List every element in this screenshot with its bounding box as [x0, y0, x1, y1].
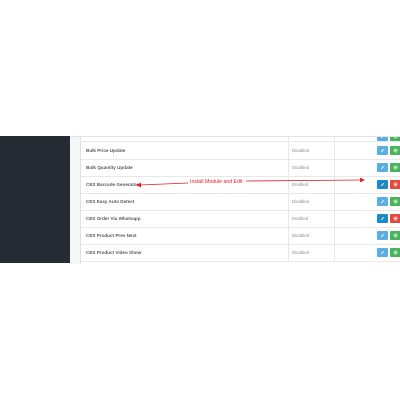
content-area: Bulk Price Update Disabled Bulk Quantity…: [70, 136, 400, 264]
pencil-icon: [381, 137, 383, 138]
pencil-icon: [381, 233, 385, 237]
gear-icon: [393, 148, 398, 153]
module-name: CES Product Prev Next: [86, 233, 137, 238]
gear-icon: [393, 165, 398, 170]
module-name: Bulk Price Update: [86, 148, 126, 153]
table-row: CES Product Prev Next Disabled: [81, 227, 400, 245]
module-name: CES Easy Auto Detect: [86, 199, 135, 204]
status-toggle-button[interactable]: [390, 163, 400, 172]
edit-button[interactable]: [377, 146, 388, 155]
module-status: Disabled: [292, 148, 310, 153]
table-row: CES Product Video Show Disabled: [81, 244, 400, 262]
edit-button[interactable]: [377, 197, 388, 206]
edit-button[interactable]: [377, 137, 388, 141]
status-toggle-button[interactable]: [390, 231, 400, 240]
pencil-icon: [381, 182, 385, 186]
module-status: Enabled: [292, 216, 309, 221]
gear-icon: [393, 137, 398, 139]
pencil-icon: [381, 199, 385, 203]
gear-icon: [393, 250, 398, 255]
module-status: Disabled: [292, 233, 310, 238]
status-toggle-button[interactable]: [390, 146, 400, 155]
status-toggle-button[interactable]: [390, 137, 400, 141]
edit-button[interactable]: [377, 248, 388, 257]
module-name: CES Barcode Generator: [86, 182, 139, 187]
status-toggle-button[interactable]: [390, 180, 400, 189]
edit-button[interactable]: [377, 180, 388, 189]
module-list-panel: Bulk Price Update Disabled Bulk Quantity…: [80, 137, 400, 264]
status-toggle-button[interactable]: [390, 248, 400, 257]
pencil-icon: [381, 165, 385, 169]
table-row: Bulk Price Update Disabled: [81, 142, 400, 160]
gear-icon: [393, 199, 398, 204]
gear-icon: [393, 233, 398, 238]
annotation-label: Install Module and Edit: [190, 179, 243, 185]
table-row: CES Order Via Whatsapp Enabled: [81, 210, 400, 228]
module-status: Enabled: [292, 182, 309, 187]
module-name: CES Order Via Whatsapp: [86, 216, 141, 221]
table-row: CES Easy Auto Detect Disabled: [81, 193, 400, 211]
pencil-icon: [381, 250, 385, 254]
module-status: Disabled: [292, 199, 310, 204]
pencil-icon: [381, 148, 385, 152]
module-name: CES Product Video Show: [86, 250, 142, 255]
pencil-icon: [381, 216, 385, 220]
status-toggle-button[interactable]: [390, 214, 400, 223]
edit-button[interactable]: [377, 214, 388, 223]
edit-button[interactable]: [377, 231, 388, 240]
admin-sidebar: [0, 136, 70, 263]
module-name: Bulk Quantity Update: [86, 165, 133, 170]
gear-icon: [393, 216, 398, 221]
module-status: Disabled: [292, 250, 310, 255]
gear-icon: [393, 182, 398, 187]
edit-button[interactable]: [377, 163, 388, 172]
module-status: Disabled: [292, 165, 310, 170]
status-toggle-button[interactable]: [390, 197, 400, 206]
table-row: Bulk Quantity Update Disabled: [81, 159, 400, 177]
